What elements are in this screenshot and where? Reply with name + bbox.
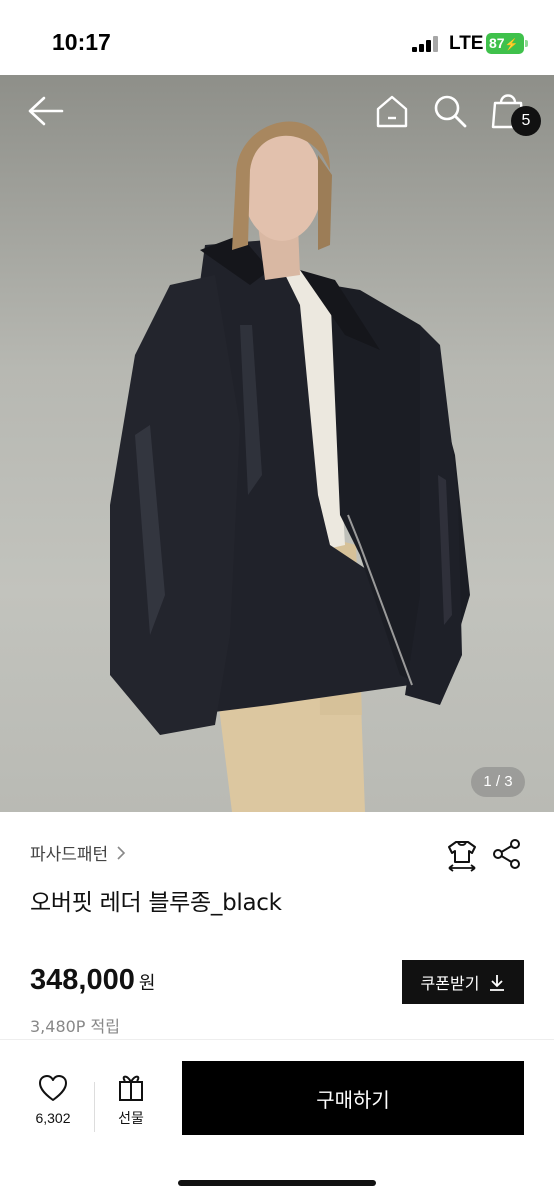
signal-icon <box>412 36 442 52</box>
chevron-right-icon <box>117 845 126 860</box>
network-label: LTE <box>449 33 484 54</box>
coupon-download-button[interactable]: 쿠폰받기 <box>402 960 524 1004</box>
search-icon[interactable] <box>432 93 468 129</box>
price-unit: 원 <box>138 973 156 994</box>
gift-icon <box>119 1075 143 1101</box>
gallery-page-indicator: 1 / 3 <box>471 767 525 797</box>
heart-icon <box>39 1075 67 1101</box>
product-image-gallery[interactable]: 5 1 / 3 <box>0 75 554 812</box>
battery-level: 87 <box>489 35 505 51</box>
home-icon[interactable] <box>374 93 410 129</box>
like-count: 6,302 <box>35 1110 71 1126</box>
like-button[interactable]: 6,302 <box>28 1074 78 1126</box>
brand-link[interactable]: 파사드패턴 <box>30 840 126 865</box>
share-icon[interactable] <box>492 838 522 870</box>
brand-name: 파사드패턴 <box>30 845 109 865</box>
download-icon <box>490 974 505 991</box>
status-time: 10:17 <box>52 29 111 55</box>
product-photo <box>110 121 470 812</box>
product-title: 오버핏 레더 블루종_black <box>30 890 282 916</box>
home-indicator <box>178 1180 376 1186</box>
coupon-label: 쿠폰받기 <box>420 976 480 993</box>
cart-count-badge: 5 <box>511 106 541 136</box>
status-bar: 10:17 LTE 87⚡ <box>0 0 554 75</box>
battery-icon: 87⚡ <box>486 33 528 54</box>
product-price: 348,000 <box>30 964 135 996</box>
divider <box>94 1082 95 1132</box>
gift-label: 선물 <box>118 1111 144 1127</box>
buy-button[interactable]: 구매하기 <box>182 1061 524 1135</box>
back-arrow-icon[interactable] <box>26 95 66 127</box>
price-row: 348,000 원 <box>30 964 155 997</box>
size-fit-icon[interactable] <box>446 838 478 872</box>
gift-button[interactable]: 선물 <box>108 1072 154 1128</box>
reward-points: 3,480P 적립 <box>30 1017 120 1036</box>
bottom-action-bar: 6,302 선물 구매하기 <box>0 1040 554 1200</box>
